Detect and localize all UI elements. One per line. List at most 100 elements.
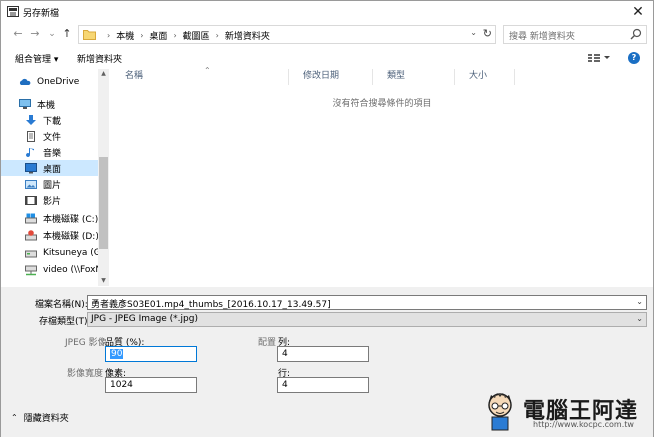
sidebar-item-this-pc[interactable]: 本機: [1, 96, 99, 112]
sidebar-item-label: 影片: [43, 196, 62, 207]
quality-value: 90: [110, 349, 124, 359]
pictures-icon: [25, 179, 37, 189]
up-button[interactable]: ↑: [59, 26, 75, 42]
breadcrumb-item[interactable]: 桌面: [149, 29, 167, 42]
address-dropdown-button[interactable]: ⌄: [470, 28, 477, 37]
column-header-name[interactable]: 名稱: [111, 69, 289, 85]
sidebar-item-label: OneDrive: [37, 77, 80, 87]
drive-c-icon: [25, 213, 37, 223]
columns-input[interactable]: 4: [277, 346, 369, 362]
chevron-right-icon: ›: [173, 31, 177, 40]
sidebar-item-downloads[interactable]: 下載: [1, 112, 99, 128]
chevron-right-icon: ›: [107, 31, 111, 40]
new-folder-button[interactable]: 新增資料夾: [77, 52, 122, 65]
save-dialog-icon: [7, 6, 19, 17]
sidebar-scrollbar[interactable]: ▲ ▼: [98, 69, 109, 286]
sidebar-item-label: 本機磁碟 (C:): [43, 214, 99, 225]
sidebar-item-network-video[interactable]: video (\\FoxNa: [1, 262, 99, 278]
scroll-up-arrow-icon[interactable]: ▲: [98, 69, 109, 79]
breadcrumb-item[interactable]: 截圖區: [183, 29, 210, 42]
empty-folder-message: 沒有符合搜尋條件的項目: [332, 99, 432, 109]
cloud-icon: [19, 78, 31, 85]
filename-field[interactable]: 勇者義彥S03E01.mp4_thumbs_[2016.10.17_13.49.…: [87, 295, 647, 310]
sidebar-item-onedrive[interactable]: OneDrive: [1, 74, 99, 90]
hide-folders-label: 隱藏資料夾: [23, 414, 69, 424]
chevron-right-icon: ›: [140, 31, 144, 40]
folder-icon: [83, 30, 96, 40]
sidebar-item-label: 圖片: [43, 180, 62, 191]
refresh-button[interactable]: ↻: [483, 27, 492, 40]
scroll-down-arrow-icon[interactable]: ▼: [98, 276, 109, 286]
sidebar-item-music[interactable]: 音樂: [1, 144, 99, 160]
jpeg-section-label: JPEG 影像: [65, 338, 107, 348]
layout-label: 配置: [258, 338, 277, 348]
mascot-logo: [488, 393, 512, 431]
columns-value: 4: [282, 349, 288, 359]
column-header-size[interactable]: 大小: [455, 69, 515, 85]
chevron-up-icon: ⌃: [11, 413, 18, 422]
column-header-modified[interactable]: 修改日期: [289, 69, 373, 85]
chevron-down-icon[interactable]: ⌄: [636, 314, 643, 323]
breadcrumb-item[interactable]: 新增資料夾: [225, 29, 270, 42]
watermark: 電腦王阿達 http://www.kocpc.com.tw: [481, 389, 651, 435]
document-icon: [27, 130, 35, 142]
filetype-value: JPG - JPEG Image (*.jpg): [91, 314, 198, 324]
download-icon: [26, 114, 36, 125]
pixels-value: 1024: [110, 380, 133, 390]
help-button[interactable]: ?: [628, 52, 640, 64]
sidebar-item-label: Kitsuneya (G:): [43, 248, 99, 258]
breadcrumb-item[interactable]: 本機: [116, 29, 134, 42]
sidebar-item-label: 下載: [43, 116, 62, 127]
sidebar-item-pictures[interactable]: 圖片: [1, 176, 99, 192]
navigation-bar: ← → ⌄ ↑ › 本機 › 桌面 › 截圖區 › 新增資料夾 ⌄ ↻ 搜尋 新…: [1, 24, 653, 46]
command-toolbar: 組合管理 ▾ 新增資料夾 ?: [1, 48, 653, 68]
back-button[interactable]: ←: [10, 26, 26, 42]
video-icon: [25, 195, 37, 205]
search-input[interactable]: 搜尋 新增資料夾: [503, 25, 647, 44]
sidebar-item-documents[interactable]: 文件: [1, 128, 99, 144]
window-title: 另存新檔: [23, 9, 60, 19]
search-placeholder: 搜尋 新增資料夾: [509, 32, 575, 42]
hide-folders-button[interactable]: ⌃ 隱藏資料夾: [11, 411, 69, 424]
close-button[interactable]: ✕: [629, 3, 647, 21]
organize-button[interactable]: 組合管理 ▾: [15, 52, 58, 65]
filename-value: 勇者義彥S03E01.mp4_thumbs_[2016.10.17_13.49.…: [91, 300, 331, 310]
pixels-input[interactable]: 1024: [105, 377, 197, 393]
search-icon: [630, 28, 642, 40]
chevron-right-icon: ›: [215, 31, 219, 40]
computer-icon: [19, 98, 31, 109]
column-header-type[interactable]: 類型: [373, 69, 455, 85]
navigation-pane: OneDrive 本機 下載 文件 音樂 桌面 圖片 影片 本機磁碟 (C:) …: [1, 69, 110, 286]
breadcrumb: › 本機 › 桌面 › 截圖區 › 新增資料夾: [101, 29, 270, 42]
desktop-icon: [25, 162, 37, 173]
filename-label: 檔案名稱(N):: [35, 300, 88, 310]
quality-input[interactable]: 90: [105, 346, 197, 362]
recent-locations-button[interactable]: ⌄: [44, 26, 60, 42]
watermark-url: http://www.kocpc.com.tw: [533, 420, 634, 429]
title-bar: 另存新檔 ✕: [1, 1, 653, 23]
sidebar-item-label: 本機磁碟 (D:): [43, 231, 99, 242]
filetype-label: 存檔類型(T):: [39, 317, 91, 327]
sidebar-item-drive-g[interactable]: Kitsuneya (G:): [1, 245, 99, 261]
music-icon: [26, 147, 34, 157]
address-bar[interactable]: › 本機 › 桌面 › 截圖區 › 新增資料夾 ⌄ ↻: [78, 25, 496, 44]
sidebar-item-label: 文件: [43, 132, 62, 143]
sidebar-item-desktop[interactable]: 桌面: [1, 160, 99, 176]
sidebar-item-drive-c[interactable]: 本機磁碟 (C:): [1, 210, 99, 226]
scrollbar-thumb[interactable]: [99, 157, 108, 249]
sidebar-item-label: 音樂: [43, 148, 62, 159]
rows-value: 4: [282, 380, 288, 390]
file-list: ⌃ 名稱 修改日期 類型 大小 沒有符合搜尋條件的項目: [111, 66, 653, 286]
sidebar-item-drive-d[interactable]: 本機磁碟 (D:): [1, 227, 99, 243]
sidebar-item-videos[interactable]: 影片: [1, 192, 99, 208]
save-as-dialog: 另存新檔 ✕ ← → ⌄ ↑ › 本機 › 桌面 › 截圖區 › 新增資料夾 ⌄…: [0, 0, 654, 437]
drive-g-icon: [25, 250, 37, 257]
filetype-select[interactable]: JPG - JPEG Image (*.jpg) ⌄: [87, 312, 647, 327]
sidebar-item-label: 桌面: [43, 164, 62, 175]
forward-button[interactable]: →: [27, 26, 43, 42]
image-width-label: 影像寬度: [67, 369, 104, 379]
chevron-down-icon[interactable]: ⌄: [636, 297, 643, 306]
rows-input[interactable]: 4: [277, 377, 369, 393]
network-drive-icon: [25, 265, 37, 275]
view-options-button[interactable]: [587, 51, 611, 65]
